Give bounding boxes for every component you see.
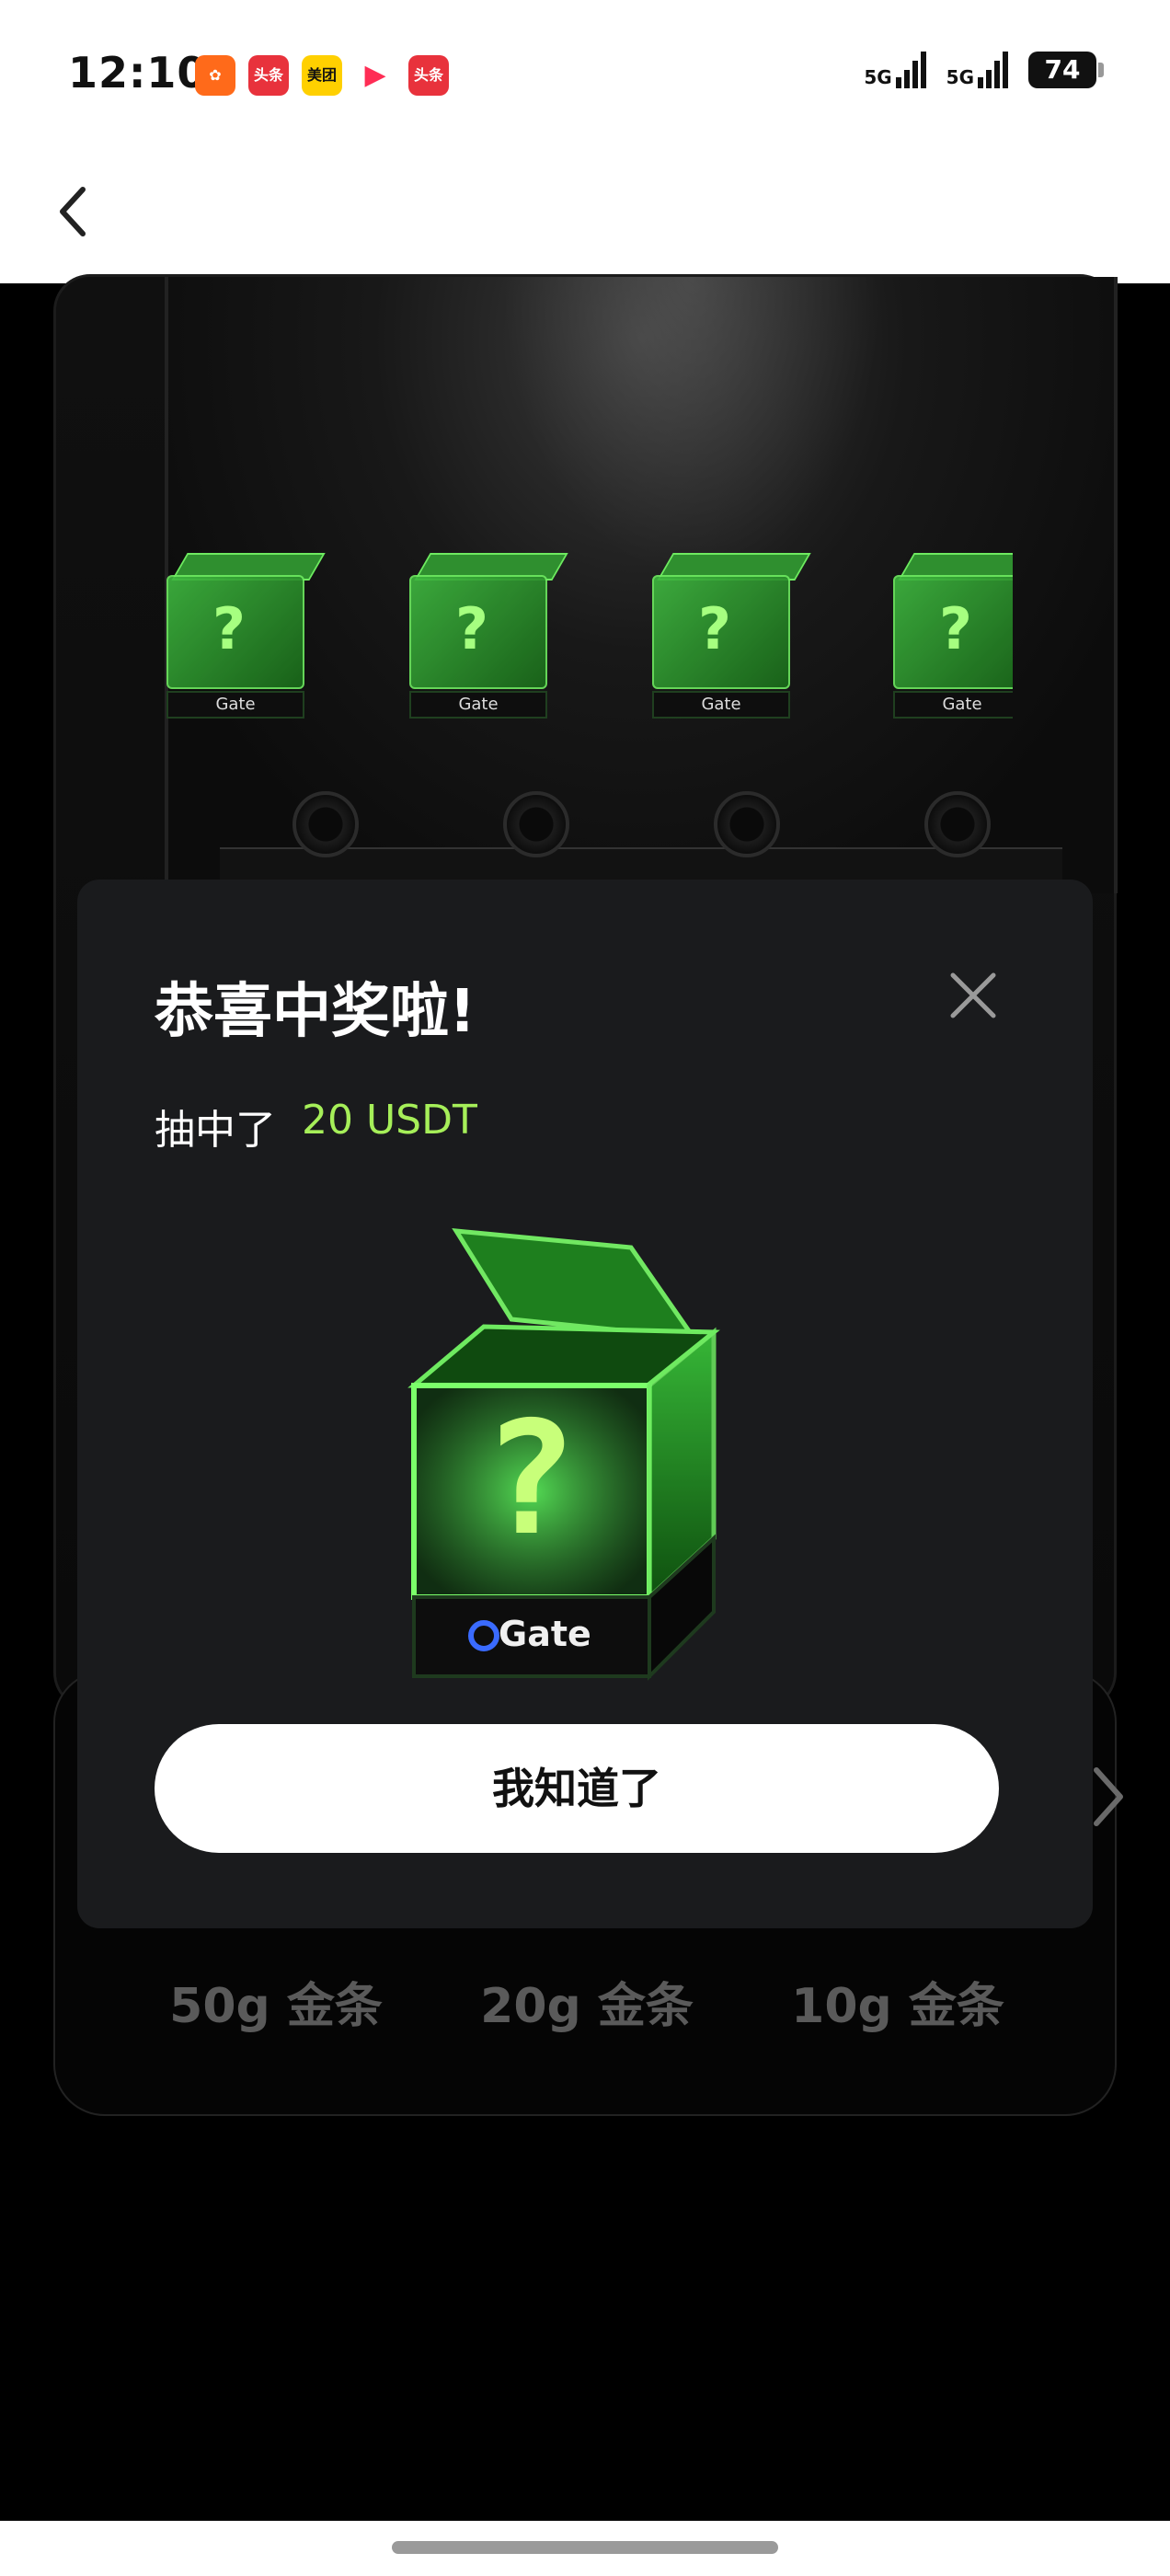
spotlight: [499, 277, 886, 581]
box-brand: Gate: [166, 691, 304, 719]
mystery-box: ? Gate: [652, 553, 811, 719]
prize-label: 10g 金条: [791, 1979, 1004, 2034]
mystery-box: ? Gate: [893, 553, 1013, 719]
mystery-box-illustration: ? Gate: [401, 1211, 769, 1689]
battery-icon: 74: [1028, 52, 1104, 88]
back-button[interactable]: [37, 175, 110, 248]
system-icons: 5G 5G 74: [864, 52, 1104, 88]
box-brand: Gate: [893, 691, 1013, 719]
svg-text:?: ?: [483, 1388, 577, 1570]
roller: [713, 791, 780, 857]
status-time: 12:10: [68, 48, 208, 98]
notification-icons: ✿ 头条 美团 ▶ 头条: [195, 55, 449, 96]
close-button[interactable]: [946, 968, 1001, 1023]
win-amount: 20 USDT: [302, 1097, 477, 1144]
win-summary: 抽中了 20 USDT: [155, 1097, 477, 1156]
roller: [923, 791, 991, 857]
nav-header: [0, 147, 1170, 283]
acknowledge-button[interactable]: 我知道了: [155, 1724, 999, 1853]
mystery-box: ? Gate: [166, 553, 326, 719]
video-icon: ▶: [355, 55, 396, 96]
box-brand: Gate: [409, 691, 547, 719]
prize-label: 50g 金条: [169, 1979, 383, 2034]
status-bar: 12:10 ✿ 头条 美团 ▶ 头条 5G 5G 74: [0, 0, 1170, 147]
mystery-box: ? Gate: [409, 553, 568, 719]
signal-icon: 5G: [946, 52, 1008, 88]
roller: [502, 791, 569, 857]
close-icon: [950, 972, 996, 1018]
kuaishou-icon: ✿: [195, 55, 235, 96]
toutiao-icon: 头条: [408, 55, 449, 96]
home-indicator[interactable]: [392, 2541, 778, 2554]
win-prefix: 抽中了: [155, 1107, 276, 1154]
dialog-title: 恭喜中奖啦!: [155, 978, 476, 1046]
signal-label: 5G: [946, 66, 974, 88]
prize-dialog: 恭喜中奖啦! 抽中了 20 USDT ? Gate 我知道了: [77, 880, 1093, 1928]
signal-icon: 5G: [864, 52, 926, 88]
home-bar: [0, 2521, 1170, 2576]
box-brand: Gate: [652, 691, 790, 719]
signal-label: 5G: [864, 66, 892, 88]
box-brand: Gate: [499, 1614, 591, 1654]
prize-label: 20g 金条: [480, 1979, 694, 2034]
chevron-left-icon: [60, 187, 86, 236]
roller: [292, 791, 359, 857]
toutiao-icon: 头条: [248, 55, 289, 96]
meituan-icon: 美团: [302, 55, 342, 96]
roller-row: [220, 774, 1062, 875]
